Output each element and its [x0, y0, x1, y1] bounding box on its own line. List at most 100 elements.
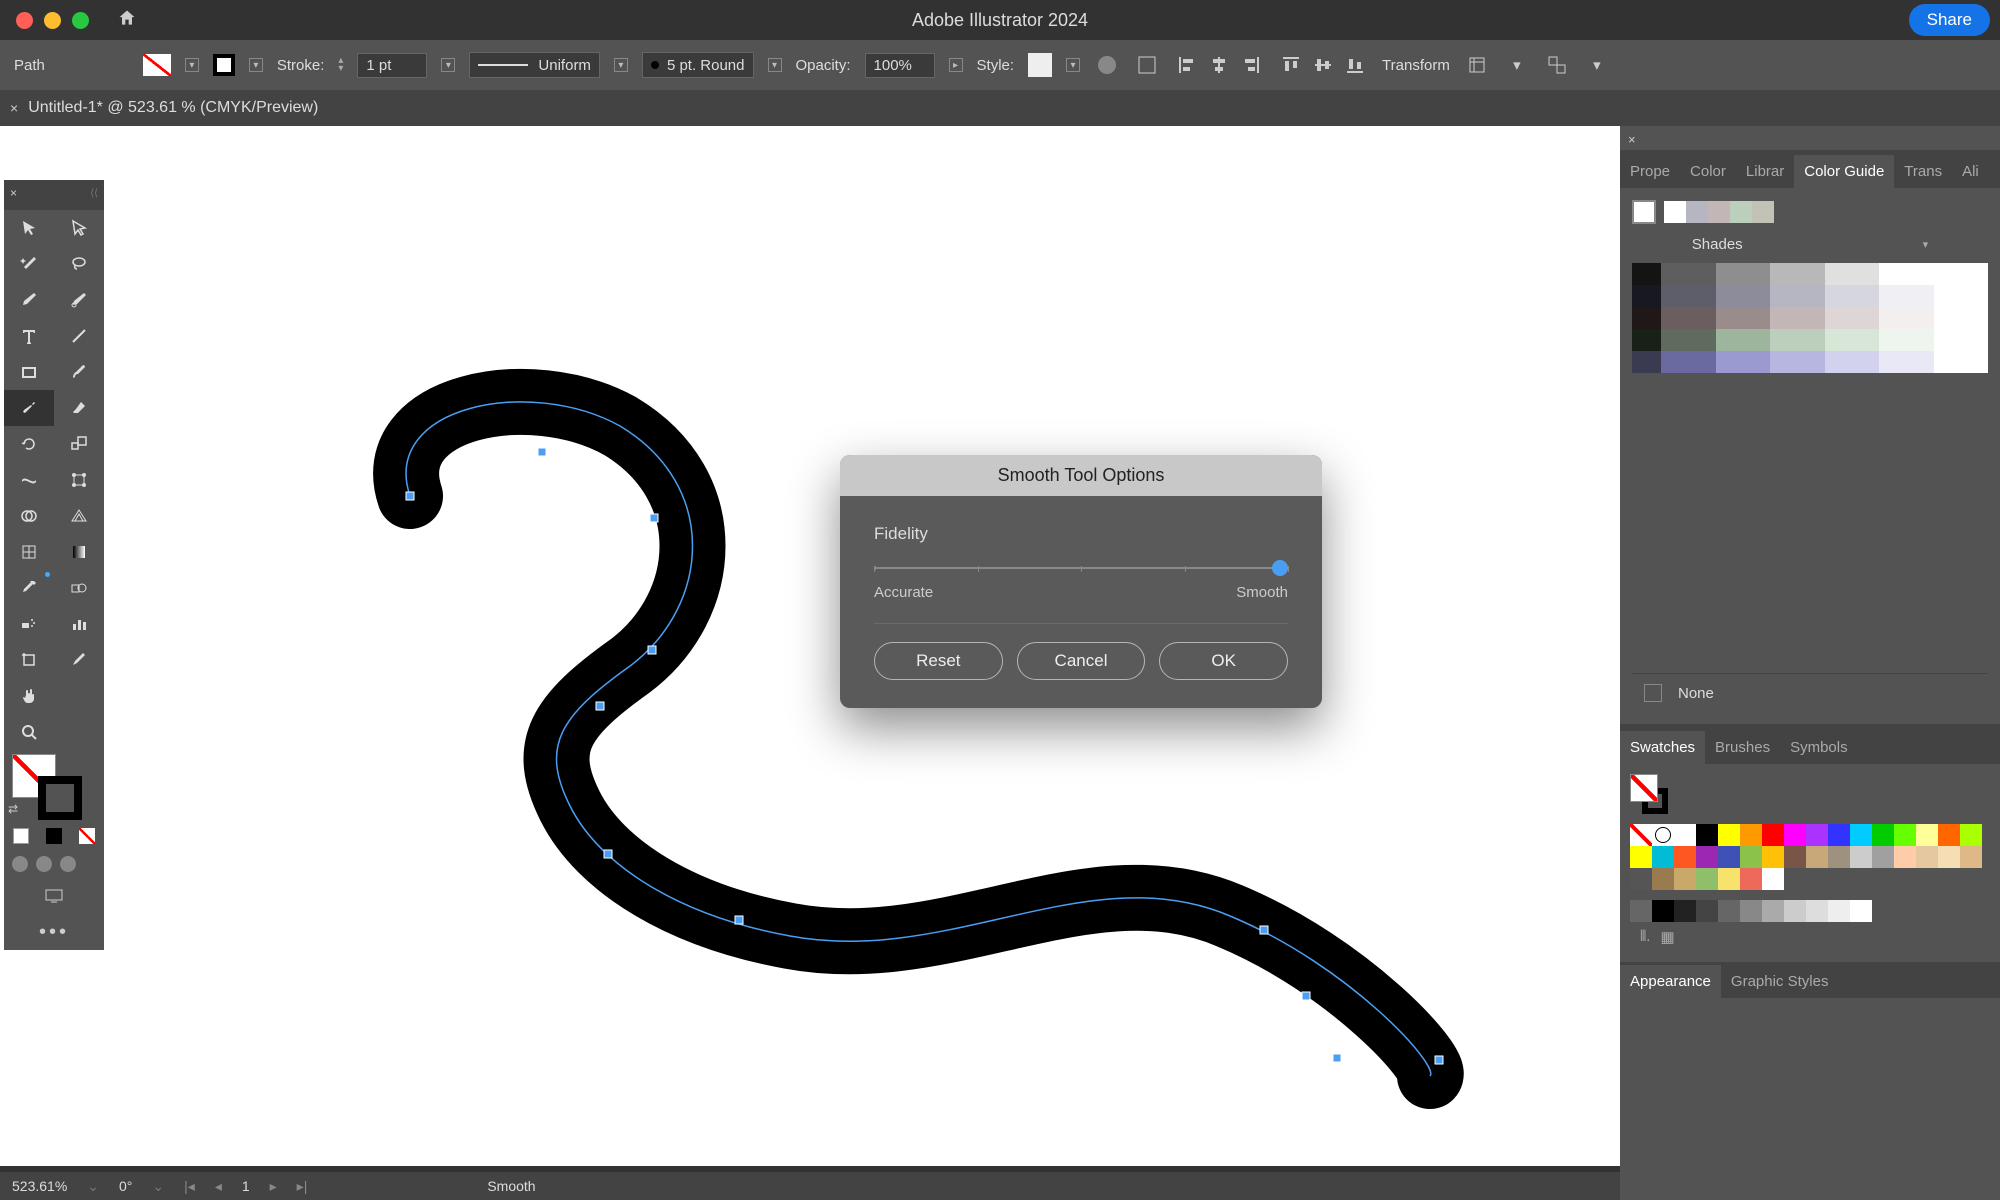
swatches-grid[interactable]	[1630, 824, 1990, 890]
color-swatch[interactable]	[1696, 824, 1718, 846]
scale-tool-icon[interactable]	[54, 426, 104, 462]
anchor-point[interactable]	[538, 448, 546, 456]
fill-swatch[interactable]	[143, 54, 171, 76]
shaper-tool-icon[interactable]	[4, 390, 54, 426]
style-dropdown-icon[interactable]: ▾	[1066, 58, 1080, 72]
line-tool-icon[interactable]	[54, 318, 104, 354]
shade-swatch[interactable]	[1716, 329, 1770, 351]
color-swatch[interactable]	[1938, 824, 1960, 846]
artboard-page[interactable]: 1	[242, 1178, 250, 1194]
gradient-mode-icon[interactable]	[37, 822, 70, 850]
harmony-swatch[interactable]	[1752, 201, 1774, 223]
shade-swatch[interactable]	[1934, 329, 1988, 351]
shape-builder-tool-icon[interactable]	[4, 498, 54, 534]
shade-swatch[interactable]	[1770, 263, 1824, 285]
color-swatch[interactable]	[1630, 868, 1652, 890]
last-artboard-icon[interactable]: ▸|	[297, 1178, 308, 1195]
shade-swatch[interactable]	[1825, 263, 1879, 285]
shade-swatch[interactable]	[1661, 307, 1715, 329]
panel-tab-prope[interactable]: Prope	[1620, 155, 1680, 188]
shade-swatch[interactable]	[1825, 351, 1879, 373]
none-swatch[interactable]	[1630, 824, 1652, 846]
eraser-tool-icon[interactable]	[54, 390, 104, 426]
stroke-color-icon[interactable]	[38, 776, 82, 820]
shade-swatch[interactable]	[1716, 285, 1770, 307]
color-swatch[interactable]	[1696, 868, 1718, 890]
registration-swatch[interactable]	[1652, 824, 1674, 846]
color-swatch[interactable]	[1696, 846, 1718, 868]
variable-width-profile[interactable]: Uniform	[469, 52, 600, 78]
document-tab[interactable]: Untitled-1* @ 523.61 % (CMYK/Preview)	[28, 99, 318, 117]
screen-mode-icon[interactable]	[4, 878, 104, 914]
artboard-tool-icon[interactable]	[4, 642, 54, 678]
harmony-swatch[interactable]	[1730, 201, 1752, 223]
shade-swatch[interactable]	[1879, 307, 1933, 329]
color-swatch[interactable]	[1674, 846, 1696, 868]
align-bottom-icon[interactable]	[1342, 52, 1368, 78]
gray-swatch[interactable]	[1784, 900, 1806, 922]
edit-toolbar-icon[interactable]: •••	[4, 914, 104, 950]
shade-swatch[interactable]	[1934, 351, 1988, 373]
shade-swatch[interactable]	[1770, 329, 1824, 351]
harmony-colors[interactable]	[1664, 201, 1774, 223]
anchor-point[interactable]	[650, 514, 658, 522]
draw-inside-icon[interactable]	[60, 856, 76, 872]
shades-label[interactable]: Shades	[1692, 236, 1743, 253]
color-swatch[interactable]	[1674, 868, 1696, 890]
align-center-v-icon[interactable]	[1310, 52, 1336, 78]
symbol-sprayer-tool-icon[interactable]	[4, 606, 54, 642]
type-tool-icon[interactable]	[4, 318, 54, 354]
shade-swatch[interactable]	[1770, 351, 1824, 373]
color-swatch[interactable]	[1740, 868, 1762, 890]
gray-swatch[interactable]	[1806, 900, 1828, 922]
align-top-icon[interactable]	[1278, 52, 1304, 78]
shade-swatch[interactable]	[1661, 351, 1715, 373]
toolbox-collapse-icon[interactable]: ⟨⟨	[90, 188, 98, 199]
status-dropdown-icon[interactable]: ⌄	[87, 1178, 99, 1195]
shade-swatch[interactable]	[1825, 329, 1879, 351]
color-swatch[interactable]	[1674, 824, 1696, 846]
rectangle-tool-icon[interactable]	[4, 354, 54, 390]
blend-tool-icon[interactable]	[54, 570, 104, 606]
panel-tab-swatches[interactable]: Swatches	[1620, 731, 1705, 764]
shade-swatch[interactable]	[1934, 263, 1988, 285]
swatch-folder-icon[interactable]	[1630, 900, 1652, 922]
shade-swatch[interactable]	[1716, 351, 1770, 373]
stroke-swatch[interactable]	[213, 54, 235, 76]
color-swatch[interactable]	[1652, 868, 1674, 890]
selection-tool-icon[interactable]	[4, 210, 54, 246]
harmony-swatch[interactable]	[1664, 201, 1686, 223]
shade-swatch[interactable]	[1825, 307, 1879, 329]
panel-tab-trans[interactable]: Trans	[1894, 155, 1952, 188]
panel-close-icon[interactable]: ×	[1628, 132, 1636, 147]
tab-close-icon[interactable]: ×	[10, 100, 18, 116]
shade-swatch[interactable]	[1632, 329, 1661, 351]
style-swatch[interactable]	[1028, 53, 1052, 77]
gray-swatch[interactable]	[1828, 900, 1850, 922]
gray-swatch[interactable]	[1850, 900, 1872, 922]
color-swatch[interactable]	[1762, 824, 1784, 846]
color-swatch[interactable]	[1652, 846, 1674, 868]
color-swatch[interactable]	[1762, 868, 1784, 890]
free-transform-tool-icon[interactable]	[54, 462, 104, 498]
draw-behind-icon[interactable]	[36, 856, 52, 872]
column-graph-tool-icon[interactable]	[54, 606, 104, 642]
opacity-input[interactable]	[865, 53, 935, 78]
zoom-tool-icon[interactable]	[4, 714, 54, 750]
shade-swatch[interactable]	[1716, 263, 1770, 285]
paintbrush-tool-icon[interactable]	[54, 354, 104, 390]
shade-swatch[interactable]	[1661, 329, 1715, 351]
slice-tool-icon[interactable]	[54, 642, 104, 678]
color-swatch[interactable]	[1960, 824, 1982, 846]
align-right-icon[interactable]	[1238, 52, 1264, 78]
direct-selection-tool-icon[interactable]	[54, 210, 104, 246]
select-similar-icon[interactable]	[1544, 52, 1570, 78]
fill-dropdown-icon[interactable]: ▾	[185, 58, 199, 72]
curvature-tool-icon[interactable]	[54, 282, 104, 318]
anchor-point[interactable]	[1260, 926, 1268, 934]
shade-swatch[interactable]	[1632, 285, 1661, 307]
fidelity-slider[interactable]	[874, 558, 1288, 578]
color-mode-icon[interactable]	[4, 822, 37, 850]
color-swatch[interactable]	[1894, 824, 1916, 846]
transform-label[interactable]: Transform	[1382, 57, 1450, 74]
